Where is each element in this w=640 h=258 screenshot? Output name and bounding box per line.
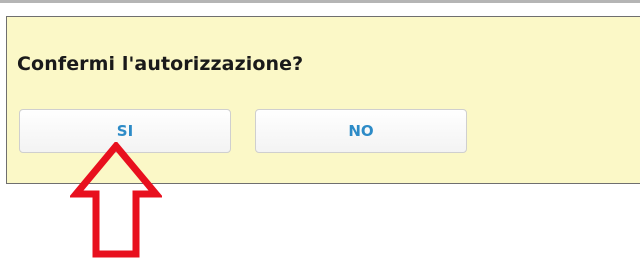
up-arrow-icon (70, 142, 162, 258)
confirmation-question: Confermi l'autorizzazione? (17, 53, 304, 75)
top-divider (0, 0, 640, 3)
no-button[interactable]: NO (255, 109, 467, 153)
page: Confermi l'autorizzazione? SI NO (0, 0, 640, 258)
